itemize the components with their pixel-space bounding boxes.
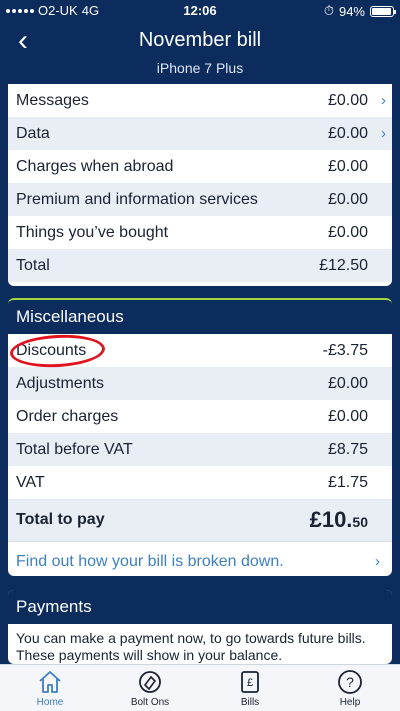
row-premium-services: Premium and information services £0.00	[8, 183, 392, 216]
svg-text:?: ?	[346, 674, 354, 690]
tab-label: Bolt Ons	[130, 697, 170, 708]
tab-label: Bills	[240, 697, 260, 708]
bill-summary-card: Messages £0.00 › Data £0.00 › Charges wh…	[8, 84, 392, 286]
row-label: Total to pay	[16, 511, 105, 528]
row-vat: VAT £1.75	[8, 466, 392, 499]
tab-label: Home	[36, 697, 64, 708]
link-text: Find out how your bill is broken down.	[16, 553, 284, 570]
row-things-bought: Things you’ve bought £0.00	[8, 216, 392, 249]
row-charges-abroad: Charges when abroad £0.00	[8, 150, 392, 183]
payments-card: Payments You can make a payment now, to …	[8, 590, 392, 664]
row-label: Premium and information services	[16, 191, 258, 208]
nav-header: ‹ November bill iPhone 7 Plus	[0, 20, 400, 84]
row-amount: £0.00	[327, 191, 368, 208]
battery-icon	[370, 5, 396, 17]
row-amount: £12.50	[319, 257, 368, 274]
row-discounts: Discounts -£3.75	[8, 334, 392, 367]
miscellaneous-card: Miscellaneous Discounts -£3.75 Adjustmen…	[8, 298, 392, 576]
row-amount: £0.00	[327, 158, 368, 175]
row-amount: £8.75	[327, 441, 368, 458]
row-amount: £0.00	[327, 408, 368, 425]
row-total: Total £12.50	[8, 249, 392, 282]
row-amount: £0.00	[327, 375, 368, 392]
row-label: Messages	[16, 92, 89, 109]
bolt-ons-icon	[139, 671, 161, 693]
tab-bar: Home Bolt Ons £ Bills ? Help	[0, 664, 400, 711]
row-amount: £0.00	[327, 224, 368, 241]
row-data[interactable]: Data £0.00 ›	[8, 117, 392, 150]
row-label: Things you’ve bought	[16, 224, 169, 241]
row-label: VAT	[16, 474, 45, 491]
section-title: Miscellaneous	[8, 300, 392, 334]
page-title: November bill	[138, 29, 262, 51]
svg-text:£: £	[247, 677, 253, 689]
chevron-right-icon: ›	[381, 92, 386, 109]
status-bar: O2-UK 4G 12:06 ⏱ 94%	[0, 0, 400, 20]
battery-percent: 94%	[338, 3, 365, 19]
row-order-charges: Order charges £0.00	[8, 400, 392, 433]
battery-fill	[372, 7, 391, 15]
status-right: ⏱ 94%	[323, 3, 396, 19]
row-adjustments: Adjustments £0.00	[8, 367, 392, 400]
home-icon	[39, 671, 61, 693]
row-messages[interactable]: Messages £0.00 ›	[8, 84, 392, 117]
payments-text: You can make a payment now, to go toward…	[16, 630, 366, 663]
page-subtitle: iPhone 7 Plus	[156, 60, 244, 76]
total-to-pay-amount: £10.50	[310, 499, 368, 543]
row-amount: £0.00	[327, 92, 368, 109]
alarm-icon: ⏱	[323, 3, 334, 18]
section-title: Payments	[8, 590, 392, 624]
row-label: Total	[16, 257, 50, 274]
tab-bolt-ons[interactable]: Bolt Ons	[100, 665, 200, 711]
row-amount: -£3.75	[322, 342, 368, 359]
tab-bills[interactable]: £ Bills	[200, 665, 300, 711]
row-label: Adjustments	[16, 375, 105, 392]
row-amount: £1.75	[327, 474, 368, 491]
row-label: Charges when abroad	[16, 158, 174, 175]
chevron-right-icon: ›	[375, 553, 380, 570]
total-pounds: £10.	[309, 507, 353, 532]
row-amount: £0.00	[327, 125, 368, 142]
chevron-right-icon: ›	[381, 125, 386, 142]
row-label: Data	[16, 125, 50, 142]
row-total-to-pay: Total to pay £10.50	[8, 499, 392, 541]
tab-help[interactable]: ? Help	[300, 665, 400, 711]
tab-label: Help	[339, 697, 361, 708]
row-total-before-vat: Total before VAT £8.75	[8, 433, 392, 466]
row-label: Total before VAT	[16, 441, 133, 458]
total-pence: 50	[352, 514, 368, 530]
tab-home[interactable]: Home	[0, 665, 100, 711]
bill-breakdown-link[interactable]: Find out how your bill is broken down. ›	[8, 541, 392, 576]
help-icon: ?	[338, 670, 362, 694]
row-label: Order charges	[16, 408, 119, 425]
bills-icon: £	[241, 671, 259, 693]
row-label: Discounts	[16, 342, 87, 359]
